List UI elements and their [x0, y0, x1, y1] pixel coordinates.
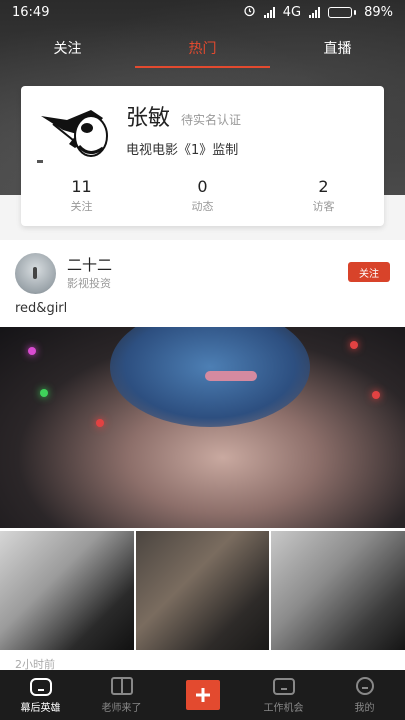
stat-value: 2 [318, 177, 329, 196]
stat-value: 11 [71, 177, 92, 196]
photo-light [372, 391, 380, 399]
post-user-name[interactable]: 二十二 [67, 254, 112, 275]
profile-role: 电视电影《1》监制 [126, 143, 239, 158]
nav-label: 老师来了 [101, 703, 142, 714]
profile-stats: 11 关注 0 动态 2 访客 [21, 177, 384, 214]
tab-popular[interactable]: 热门 [135, 28, 270, 68]
nav-label: 工作机会 [263, 703, 304, 714]
signal-icon [263, 6, 275, 18]
stat-posts[interactable]: 0 动态 [142, 177, 263, 214]
status-time: 16:49 [12, 4, 50, 20]
nav-item-home[interactable]: 幕后英雄 [0, 670, 81, 720]
nav-item-teacher[interactable]: 老师来了 [81, 670, 162, 720]
stat-visitors[interactable]: 2 访客 [263, 177, 384, 214]
nav-label: 幕后英雄 [20, 703, 61, 714]
verification-status[interactable]: 待实名认证 [181, 111, 241, 128]
bottom-navigation: 幕后英雄 老师来了 工作机会 我的 [0, 670, 405, 720]
post-thumbnail[interactable] [135, 531, 270, 650]
post-main-photo[interactable] [0, 327, 405, 528]
follow-button[interactable]: 关注 [348, 262, 390, 282]
status-bar: 16:49 4G 89% [0, 0, 405, 24]
post-thumbnail[interactable] [0, 531, 134, 650]
post-card: 二十二 影视投资 关注 red&girl 2小时前 [0, 240, 405, 671]
stat-value: 0 [197, 177, 208, 196]
network-type: 4G [282, 4, 302, 20]
stat-following[interactable]: 11 关注 [21, 177, 142, 214]
plus-icon [185, 680, 220, 710]
post-thumbnail[interactable] [271, 531, 405, 650]
nav-item-profile[interactable]: 我的 [324, 670, 405, 720]
book-icon [110, 677, 133, 695]
profile-icon [355, 677, 374, 695]
tab-live[interactable]: 直播 [270, 28, 405, 68]
post-footer: 2小时前 [0, 656, 405, 671]
alarm-icon [243, 4, 256, 21]
photo-light [350, 341, 358, 349]
post-header: 二十二 影视投资 关注 [15, 253, 390, 294]
profile-card: 张敏 待实名认证 电视电影《1》监制 11 关注 0 动态 2 访客 [21, 86, 384, 226]
post-user-tag: 影视投资 [67, 277, 111, 290]
stat-label: 动态 [191, 200, 214, 213]
nav-item-create[interactable] [162, 670, 243, 720]
tab-following[interactable]: 关注 [0, 28, 135, 68]
post-thumbnails [0, 531, 405, 650]
profile-logo-image[interactable] [33, 100, 117, 166]
top-tabs: 关注 热门 直播 [0, 28, 405, 68]
stat-label: 访客 [312, 200, 335, 213]
battery-percent: 89% [364, 4, 393, 20]
nav-item-jobs[interactable]: 工作机会 [243, 670, 324, 720]
briefcase-icon [272, 678, 295, 695]
avatar[interactable] [15, 253, 56, 294]
post-text: red&girl [15, 301, 68, 316]
nav-label: 我的 [354, 703, 375, 714]
photo-light [28, 347, 36, 355]
stat-label: 关注 [70, 200, 93, 213]
photo-light [40, 389, 48, 397]
status-indicators: 4G 89% [243, 4, 393, 21]
battery-icon [328, 6, 357, 18]
signal-icon-2 [309, 6, 321, 18]
photo-choker-detail [205, 371, 257, 381]
profile-name: 张敏 [126, 106, 171, 131]
photo-light [96, 419, 104, 427]
home-icon [29, 678, 52, 696]
